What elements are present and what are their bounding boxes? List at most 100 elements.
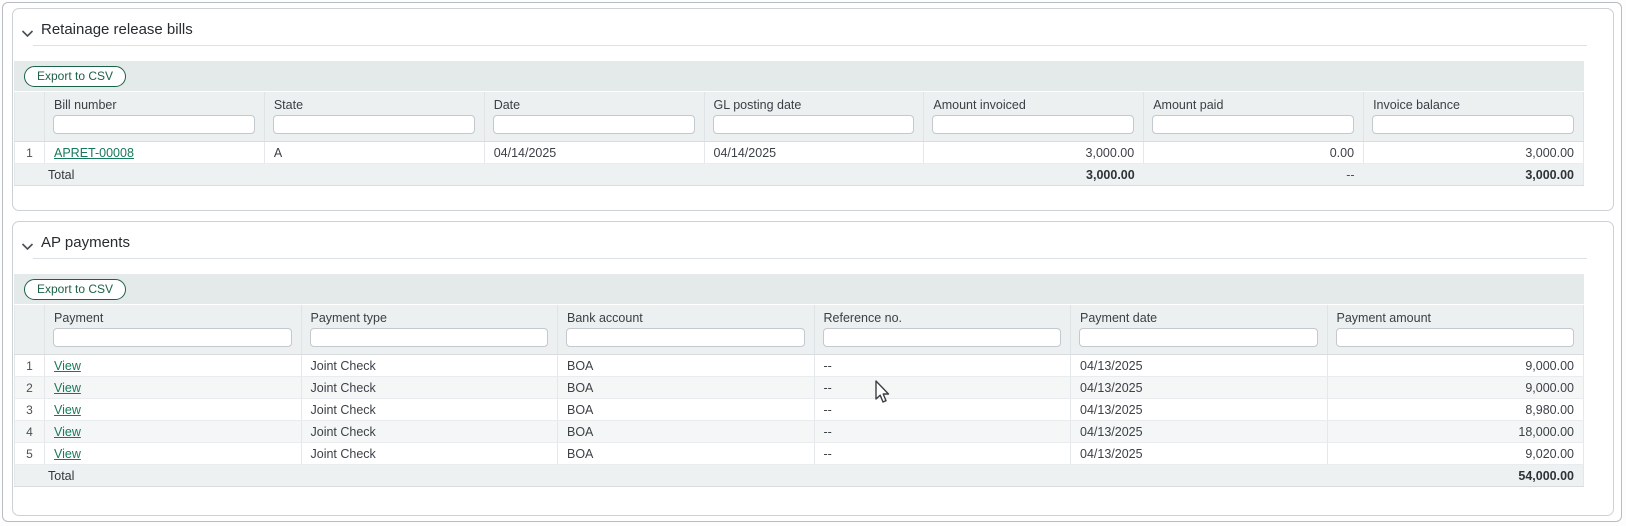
- divider: [33, 258, 1587, 259]
- state-filter-input[interactable]: [273, 115, 475, 134]
- view-payment-link[interactable]: View: [54, 403, 81, 417]
- header-row: Payment Payment type Bank account R: [15, 305, 1584, 355]
- row-number: 1: [15, 142, 45, 164]
- bill-number-link[interactable]: APRET-00008: [54, 146, 134, 160]
- chevron-down-icon[interactable]: [21, 25, 34, 34]
- col-amount-paid: Amount paid: [1144, 92, 1364, 142]
- reference-no-cell: --: [814, 443, 1071, 465]
- row-number-header: [15, 92, 45, 142]
- section-header-retainage[interactable]: Retainage release bills: [13, 9, 1613, 45]
- ap-payments-grid: Export to CSV Payment Payment type: [14, 274, 1584, 487]
- ap-payments-table: Payment Payment type Bank account R: [14, 305, 1584, 487]
- export-to-csv-button[interactable]: Export to CSV: [24, 279, 126, 300]
- row-number: 3: [15, 399, 45, 421]
- col-gl-posting-date: GL posting date: [704, 92, 924, 142]
- payment-type-cell: Joint Check: [301, 377, 558, 399]
- content-panel: Retainage release bills Export to CSV Bi…: [2, 2, 1622, 522]
- header-row: Bill number State Date GL posting d: [15, 92, 1584, 142]
- section-title: Retainage release bills: [41, 21, 193, 38]
- row-number: 1: [15, 355, 45, 377]
- ap-payments-section: AP payments Export to CSV Payment: [12, 221, 1614, 516]
- bank-account-filter-input[interactable]: [566, 328, 805, 347]
- payment-date-cell: 04/13/2025: [1071, 421, 1328, 443]
- view-payment-link[interactable]: View: [54, 425, 81, 439]
- bank-account-cell: BOA: [558, 399, 815, 421]
- col-payment-amount: Payment amount: [1327, 305, 1584, 355]
- col-date: Date: [484, 92, 704, 142]
- row-number-header: [15, 305, 45, 355]
- payment-amount-cell: 9,000.00: [1327, 355, 1584, 377]
- reference-no-filter-input[interactable]: [823, 328, 1062, 347]
- payment-date-filter-input[interactable]: [1079, 328, 1318, 347]
- payment-amount-filter-input[interactable]: [1336, 328, 1575, 347]
- payment-date-cell: 04/13/2025: [1071, 443, 1328, 465]
- state-cell: A: [264, 142, 484, 164]
- total-row: Total 3,000.00 -- 3,000.00: [15, 164, 1584, 186]
- invoice-balance-cell: 3,000.00: [1364, 142, 1584, 164]
- amount-invoiced-filter-input[interactable]: [932, 115, 1134, 134]
- amount-paid-cell: 0.00: [1144, 142, 1364, 164]
- invoice-balance-filter-input[interactable]: [1372, 115, 1574, 134]
- section-header-ap-payments[interactable]: AP payments: [13, 222, 1613, 258]
- date-cell: 04/14/2025: [484, 142, 704, 164]
- payment-amount-cell: 8,980.00: [1327, 399, 1584, 421]
- payment-amount-cell: 9,000.00: [1327, 377, 1584, 399]
- retainage-table: Bill number State Date GL posting d: [14, 92, 1584, 186]
- total-invoice-balance: 3,000.00: [1364, 164, 1584, 186]
- retainage-grid: Export to CSV Bill number State: [14, 61, 1584, 186]
- payment-type-cell: Joint Check: [301, 421, 558, 443]
- row-number: 4: [15, 421, 45, 443]
- bank-account-cell: BOA: [558, 377, 815, 399]
- payment-amount-cell: 18,000.00: [1327, 421, 1584, 443]
- reference-no-cell: --: [814, 377, 1071, 399]
- col-state: State: [264, 92, 484, 142]
- view-payment-link[interactable]: View: [54, 381, 81, 395]
- chevron-down-icon[interactable]: [21, 238, 34, 247]
- payment-date-cell: 04/13/2025: [1071, 355, 1328, 377]
- table-row: 1 View Joint Check BOA -- 04/13/2025 9,0…: [15, 355, 1584, 377]
- section-title: AP payments: [41, 234, 130, 251]
- col-payment-date: Payment date: [1071, 305, 1328, 355]
- total-payment-amount: 54,000.00: [1327, 465, 1584, 487]
- payment-amount-cell: 9,020.00: [1327, 443, 1584, 465]
- bill-number-filter-input[interactable]: [53, 115, 255, 134]
- table-row: 1 APRET-00008 A 04/14/2025 04/14/2025 3,…: [15, 142, 1584, 164]
- payment-type-cell: Joint Check: [301, 355, 558, 377]
- payment-type-filter-input[interactable]: [310, 328, 549, 347]
- view-payment-link[interactable]: View: [54, 359, 81, 373]
- payment-date-cell: 04/13/2025: [1071, 377, 1328, 399]
- table-row: 3 View Joint Check BOA -- 04/13/2025 8,9…: [15, 399, 1584, 421]
- bank-account-cell: BOA: [558, 355, 815, 377]
- total-amount-invoiced: 3,000.00: [924, 164, 1144, 186]
- view-payment-link[interactable]: View: [54, 447, 81, 461]
- total-amount-paid: --: [1144, 164, 1364, 186]
- col-payment-type: Payment type: [301, 305, 558, 355]
- payment-type-cell: Joint Check: [301, 443, 558, 465]
- amount-invoiced-cell: 3,000.00: [924, 142, 1144, 164]
- col-reference-no: Reference no.: [814, 305, 1071, 355]
- table-row: 4 View Joint Check BOA -- 04/13/2025 18,…: [15, 421, 1584, 443]
- date-filter-input[interactable]: [493, 115, 695, 134]
- col-bank-account: Bank account: [558, 305, 815, 355]
- col-payment: Payment: [45, 305, 302, 355]
- gl-posting-date-filter-input[interactable]: [713, 115, 915, 134]
- payment-type-cell: Joint Check: [301, 399, 558, 421]
- retainage-toolbar: Export to CSV: [14, 61, 1584, 91]
- total-label: Total: [15, 164, 265, 186]
- reference-no-cell: --: [814, 399, 1071, 421]
- col-amount-invoiced: Amount invoiced: [924, 92, 1144, 142]
- amount-paid-filter-input[interactable]: [1152, 115, 1354, 134]
- ap-payments-toolbar: Export to CSV: [14, 274, 1584, 304]
- payment-filter-input[interactable]: [53, 328, 292, 347]
- table-row: 5 View Joint Check BOA -- 04/13/2025 9,0…: [15, 443, 1584, 465]
- total-label: Total: [15, 465, 302, 487]
- retainage-release-bills-section: Retainage release bills Export to CSV Bi…: [12, 8, 1614, 211]
- reference-no-cell: --: [814, 421, 1071, 443]
- row-number: 2: [15, 377, 45, 399]
- export-to-csv-button[interactable]: Export to CSV: [24, 66, 126, 87]
- row-number: 5: [15, 443, 45, 465]
- col-bill-number: Bill number: [45, 92, 265, 142]
- reference-no-cell: --: [814, 355, 1071, 377]
- payment-date-cell: 04/13/2025: [1071, 399, 1328, 421]
- col-invoice-balance: Invoice balance: [1364, 92, 1584, 142]
